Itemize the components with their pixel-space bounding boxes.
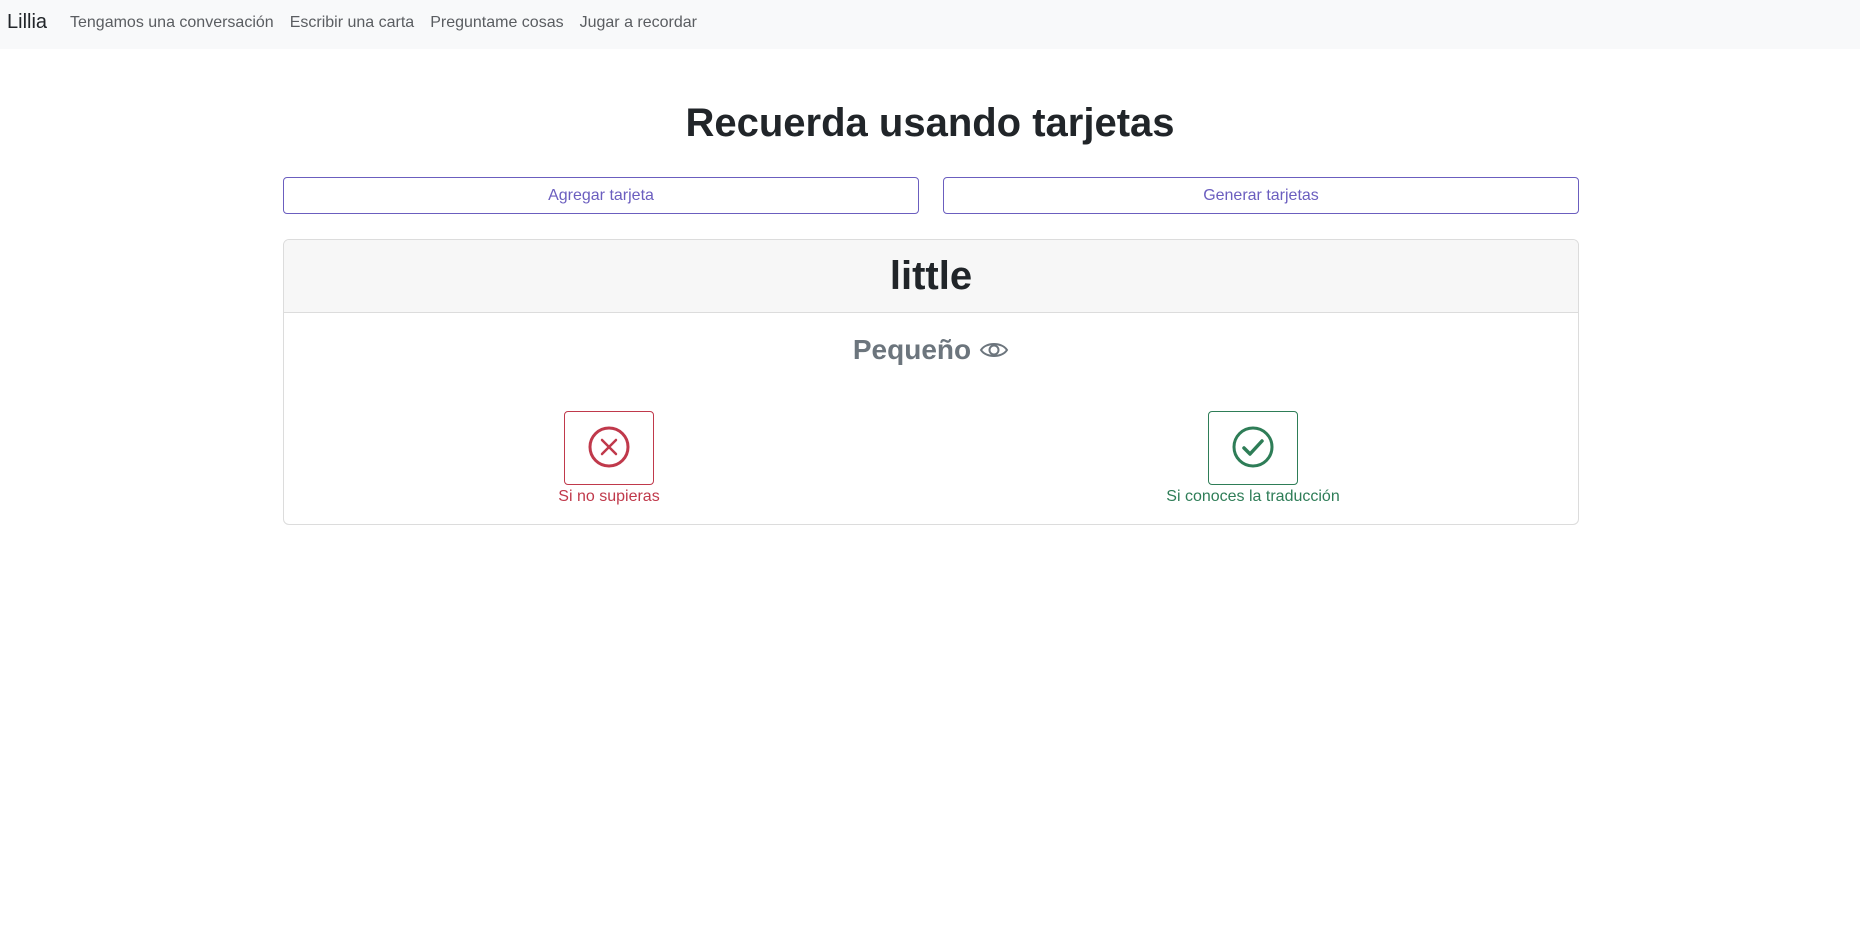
known-answer: Si conoces la traducción xyxy=(1143,411,1363,507)
check-circle-icon xyxy=(1231,425,1275,472)
page-title: Recuerda usando tarjetas xyxy=(685,101,1175,145)
unknown-answer: Si no supieras xyxy=(499,411,719,507)
nav-link-letter[interactable]: Escribir una carta xyxy=(290,13,415,33)
known-button[interactable] xyxy=(1208,411,1298,485)
flashcard-translation: Pequeño xyxy=(852,334,972,365)
flashcard-word: little xyxy=(889,254,973,298)
flashcard: little Pequeño Si no supieras Si conoces… xyxy=(283,239,1579,525)
nav-link-questions[interactable]: Preguntame cosas xyxy=(430,13,563,33)
eye-icon[interactable] xyxy=(979,338,1009,362)
translation-row: Pequeño xyxy=(284,332,1578,368)
unknown-label: Si no supieras xyxy=(558,488,660,505)
flashcard-header: little xyxy=(284,240,1578,313)
generate-cards-button[interactable]: Generar tarjetas xyxy=(943,177,1579,214)
nav-link-remember[interactable]: Jugar a recordar xyxy=(580,13,697,33)
x-circle-icon xyxy=(587,425,631,472)
unknown-button[interactable] xyxy=(564,411,654,485)
nav-link-conversation[interactable]: Tengamos una conversación xyxy=(70,13,274,33)
known-label: Si conoces la traducción xyxy=(1166,488,1340,505)
navbar: Lillia Tengamos una conversación Escribi… xyxy=(0,0,1860,49)
add-card-button[interactable]: Agregar tarjeta xyxy=(283,177,919,214)
nav-links: Tengamos una conversación Escribir una c… xyxy=(70,13,713,33)
brand-logo[interactable]: Lillia xyxy=(7,10,47,34)
